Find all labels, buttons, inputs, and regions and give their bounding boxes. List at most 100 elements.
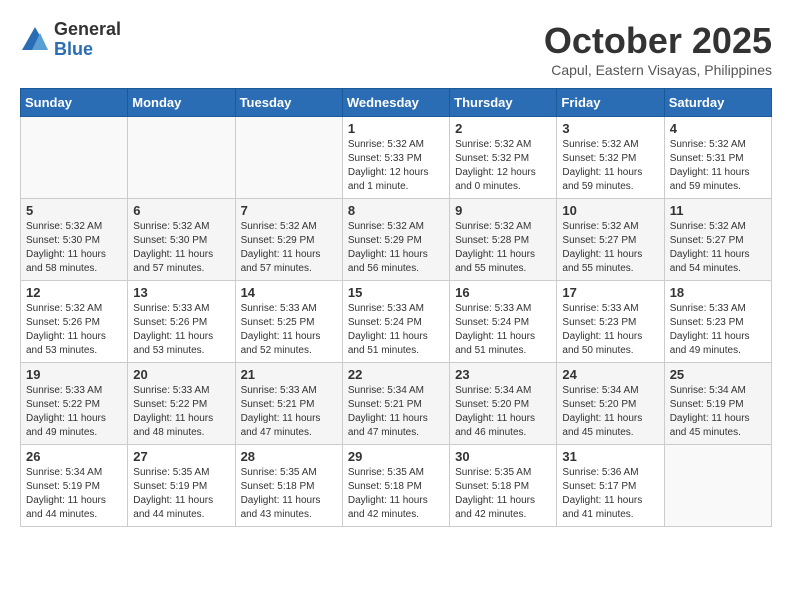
day-number: 14 bbox=[241, 285, 337, 300]
calendar-cell: 21Sunrise: 5:33 AM Sunset: 5:21 PM Dayli… bbox=[235, 363, 342, 445]
day-number: 13 bbox=[133, 285, 229, 300]
calendar-cell: 23 Sunrise: 5:34 AM Sunset: 5:20 PM Dayli… bbox=[450, 363, 557, 445]
day-info: Sunrise: 5:33 AM Sunset: 5:21 PM Dayligh… bbox=[241, 384, 337, 440]
logo-icon bbox=[20, 25, 50, 55]
day-number: 5 bbox=[26, 203, 122, 218]
location: Capul, Eastern Visayas, Philippines bbox=[544, 62, 772, 78]
day-info: Sunrise: 5:33 AM Sunset: 5:23 PM Dayligh… bbox=[670, 302, 766, 358]
calendar-week-3: 12Sunrise: 5:32 AM Sunset: 5:26 PM Dayli… bbox=[21, 281, 772, 363]
calendar-cell: 29 Sunrise: 5:35 AM Sunset: 5:18 PM Dayli… bbox=[342, 445, 449, 527]
calendar-cell: 8 Sunrise: 5:32 AM Sunset: 5:29 PM Daylig… bbox=[342, 199, 449, 281]
calendar-cell: 25Sunrise: 5:34 AM Sunset: 5:19 PM Dayli… bbox=[664, 363, 771, 445]
calendar-cell: 16 Sunrise: 5:33 AM Sunset: 5:24 PM Dayli… bbox=[450, 281, 557, 363]
day-number: 31 bbox=[562, 449, 658, 464]
day-info: Sunrise: 5:32 AM Sunset: 5:30 PM Dayligh… bbox=[26, 220, 122, 276]
calendar-cell: 14 Sunrise: 5:33 AM Sunset: 5:25 PM Dayli… bbox=[235, 281, 342, 363]
day-info: Sunrise: 5:32 AM Sunset: 5:29 PM Dayligh… bbox=[241, 220, 337, 276]
day-number: 10 bbox=[562, 203, 658, 218]
day-number: 9 bbox=[455, 203, 551, 218]
day-info: Sunrise: 5:32 AM Sunset: 5:33 PM Dayligh… bbox=[348, 138, 444, 194]
day-info: Sunrise: 5:33 AM Sunset: 5:24 PM Dayligh… bbox=[348, 302, 444, 358]
day-info: Sunrise: 5:34 AM Sunset: 5:20 PM Dayligh… bbox=[455, 384, 551, 440]
calendar-week-5: 26 Sunrise: 5:34 AM Sunset: 5:19 PM Dayli… bbox=[21, 445, 772, 527]
header-thursday: Thursday bbox=[450, 89, 557, 117]
day-number: 30 bbox=[455, 449, 551, 464]
calendar-cell: 4 Sunrise: 5:32 AM Sunset: 5:31 PM Daylig… bbox=[664, 117, 771, 199]
day-number: 17 bbox=[562, 285, 658, 300]
day-info: Sunrise: 5:35 AM Sunset: 5:18 PM Dayligh… bbox=[455, 466, 551, 522]
day-info: Sunrise: 5:36 AM Sunset: 5:17 PM Dayligh… bbox=[562, 466, 658, 522]
day-number: 1 bbox=[348, 121, 444, 136]
day-number: 24 bbox=[562, 367, 658, 382]
calendar-cell: 13Sunrise: 5:33 AM Sunset: 5:26 PM Dayli… bbox=[128, 281, 235, 363]
day-info: Sunrise: 5:34 AM Sunset: 5:19 PM Dayligh… bbox=[670, 384, 766, 440]
day-info: Sunrise: 5:34 AM Sunset: 5:21 PM Dayligh… bbox=[348, 384, 444, 440]
header-tuesday: Tuesday bbox=[235, 89, 342, 117]
calendar-cell: 7Sunrise: 5:32 AM Sunset: 5:29 PM Daylig… bbox=[235, 199, 342, 281]
calendar-cell: 11 Sunrise: 5:32 AM Sunset: 5:27 PM Dayli… bbox=[664, 199, 771, 281]
day-number: 23 bbox=[455, 367, 551, 382]
day-number: 26 bbox=[26, 449, 122, 464]
calendar-week-2: 5 Sunrise: 5:32 AM Sunset: 5:30 PM Daylig… bbox=[21, 199, 772, 281]
day-info: Sunrise: 5:32 AM Sunset: 5:28 PM Dayligh… bbox=[455, 220, 551, 276]
day-number: 12 bbox=[26, 285, 122, 300]
calendar-cell bbox=[664, 445, 771, 527]
calendar-cell: 17Sunrise: 5:33 AM Sunset: 5:23 PM Dayli… bbox=[557, 281, 664, 363]
title-section: October 2025 Capul, Eastern Visayas, Phi… bbox=[544, 20, 772, 78]
calendar-cell: 27Sunrise: 5:35 AM Sunset: 5:19 PM Dayli… bbox=[128, 445, 235, 527]
day-info: Sunrise: 5:32 AM Sunset: 5:27 PM Dayligh… bbox=[562, 220, 658, 276]
calendar-cell: 12Sunrise: 5:32 AM Sunset: 5:26 PM Dayli… bbox=[21, 281, 128, 363]
day-number: 16 bbox=[455, 285, 551, 300]
day-info: Sunrise: 5:32 AM Sunset: 5:31 PM Dayligh… bbox=[670, 138, 766, 194]
day-number: 22 bbox=[348, 367, 444, 382]
day-info: Sunrise: 5:32 AM Sunset: 5:32 PM Dayligh… bbox=[562, 138, 658, 194]
day-number: 29 bbox=[348, 449, 444, 464]
day-info: Sunrise: 5:32 AM Sunset: 5:32 PM Dayligh… bbox=[455, 138, 551, 194]
day-info: Sunrise: 5:35 AM Sunset: 5:19 PM Dayligh… bbox=[133, 466, 229, 522]
calendar-cell: 31 Sunrise: 5:36 AM Sunset: 5:17 PM Dayli… bbox=[557, 445, 664, 527]
calendar-table: SundayMondayTuesdayWednesdayThursdayFrid… bbox=[20, 88, 772, 527]
calendar-cell: 28 Sunrise: 5:35 AM Sunset: 5:18 PM Dayli… bbox=[235, 445, 342, 527]
page-header: General Blue October 2025 Capul, Eastern… bbox=[20, 20, 772, 78]
header-saturday: Saturday bbox=[664, 89, 771, 117]
calendar-cell: 30 Sunrise: 5:35 AM Sunset: 5:18 PM Dayli… bbox=[450, 445, 557, 527]
calendar-cell: 10 Sunrise: 5:32 AM Sunset: 5:27 PM Dayli… bbox=[557, 199, 664, 281]
calendar-cell: 26 Sunrise: 5:34 AM Sunset: 5:19 PM Dayli… bbox=[21, 445, 128, 527]
calendar-cell: 18 Sunrise: 5:33 AM Sunset: 5:23 PM Dayli… bbox=[664, 281, 771, 363]
day-number: 20 bbox=[133, 367, 229, 382]
day-number: 4 bbox=[670, 121, 766, 136]
day-info: Sunrise: 5:33 AM Sunset: 5:22 PM Dayligh… bbox=[133, 384, 229, 440]
day-info: Sunrise: 5:33 AM Sunset: 5:25 PM Dayligh… bbox=[241, 302, 337, 358]
day-number: 2 bbox=[455, 121, 551, 136]
calendar-cell: 9 Sunrise: 5:32 AM Sunset: 5:28 PM Daylig… bbox=[450, 199, 557, 281]
calendar-week-1: 1 Sunrise: 5:32 AM Sunset: 5:33 PM Daylig… bbox=[21, 117, 772, 199]
header-wednesday: Wednesday bbox=[342, 89, 449, 117]
day-number: 15 bbox=[348, 285, 444, 300]
day-info: Sunrise: 5:32 AM Sunset: 5:29 PM Dayligh… bbox=[348, 220, 444, 276]
day-info: Sunrise: 5:33 AM Sunset: 5:24 PM Dayligh… bbox=[455, 302, 551, 358]
calendar-cell bbox=[128, 117, 235, 199]
day-info: Sunrise: 5:34 AM Sunset: 5:19 PM Dayligh… bbox=[26, 466, 122, 522]
day-number: 11 bbox=[670, 203, 766, 218]
day-info: Sunrise: 5:35 AM Sunset: 5:18 PM Dayligh… bbox=[241, 466, 337, 522]
calendar-cell: 19Sunrise: 5:33 AM Sunset: 5:22 PM Dayli… bbox=[21, 363, 128, 445]
day-info: Sunrise: 5:33 AM Sunset: 5:22 PM Dayligh… bbox=[26, 384, 122, 440]
calendar-cell: 22 Sunrise: 5:34 AM Sunset: 5:21 PM Dayli… bbox=[342, 363, 449, 445]
day-info: Sunrise: 5:32 AM Sunset: 5:30 PM Dayligh… bbox=[133, 220, 229, 276]
day-info: Sunrise: 5:32 AM Sunset: 5:27 PM Dayligh… bbox=[670, 220, 766, 276]
day-number: 28 bbox=[241, 449, 337, 464]
calendar-header: SundayMondayTuesdayWednesdayThursdayFrid… bbox=[21, 89, 772, 117]
calendar-cell: 6 Sunrise: 5:32 AM Sunset: 5:30 PM Daylig… bbox=[128, 199, 235, 281]
day-number: 18 bbox=[670, 285, 766, 300]
day-number: 8 bbox=[348, 203, 444, 218]
logo: General Blue bbox=[20, 20, 121, 60]
day-info: Sunrise: 5:35 AM Sunset: 5:18 PM Dayligh… bbox=[348, 466, 444, 522]
day-number: 6 bbox=[133, 203, 229, 218]
calendar-cell bbox=[235, 117, 342, 199]
header-monday: Monday bbox=[128, 89, 235, 117]
calendar-cell bbox=[21, 117, 128, 199]
calendar-cell: 5 Sunrise: 5:32 AM Sunset: 5:30 PM Daylig… bbox=[21, 199, 128, 281]
calendar-cell: 2 Sunrise: 5:32 AM Sunset: 5:32 PM Daylig… bbox=[450, 117, 557, 199]
day-number: 3 bbox=[562, 121, 658, 136]
calendar-cell: 3 Sunrise: 5:32 AM Sunset: 5:32 PM Daylig… bbox=[557, 117, 664, 199]
